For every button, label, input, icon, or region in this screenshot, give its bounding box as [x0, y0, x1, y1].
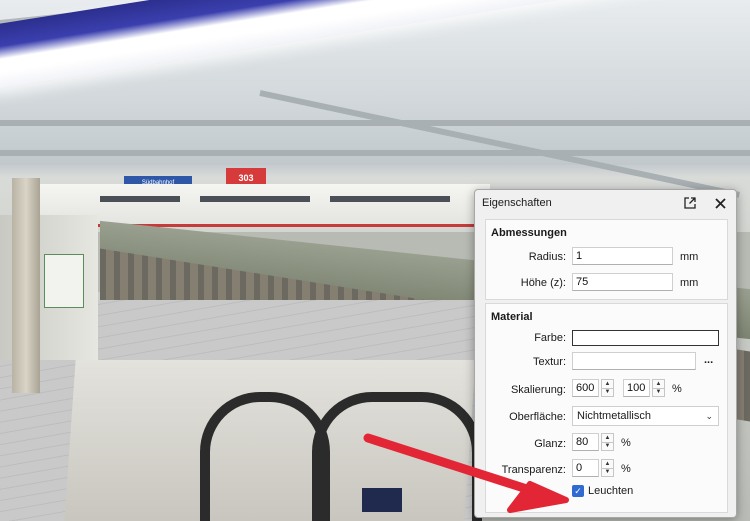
chevron-down-icon: ⌄ — [705, 411, 713, 421]
height-unit: mm — [680, 277, 699, 289]
chevron-down-icon[interactable]: ▼ — [653, 387, 664, 397]
pillar — [12, 178, 40, 393]
train-window — [100, 196, 180, 202]
close-icon[interactable] — [711, 194, 729, 212]
scale-y-input[interactable]: 100 — [623, 379, 650, 397]
surface-dropdown[interactable]: Nichtmetallisch ⌄ — [572, 406, 719, 426]
dimensions-section: Abmessungen Radius: 1 mm Höhe (z): 75 mm — [485, 219, 728, 300]
transparency-stepper[interactable]: ▲ ▼ — [601, 459, 614, 477]
escalator-handrail — [200, 392, 330, 521]
scale-unit: % — [672, 383, 682, 395]
section-title: Abmessungen — [491, 227, 567, 239]
radius-unit: mm — [680, 251, 699, 263]
gloss-unit: % — [621, 437, 631, 449]
timetable-poster — [44, 254, 84, 308]
panel-title: Eigenschaften — [482, 197, 552, 209]
scale-x-stepper[interactable]: ▲ ▼ — [601, 379, 614, 397]
color-label: Farbe: — [534, 332, 566, 344]
texture-input[interactable] — [572, 352, 696, 370]
radius-label: Radius: — [528, 251, 566, 263]
surface-label: Oberfläche: — [509, 411, 566, 423]
roof-beam — [0, 120, 750, 126]
external-link-icon[interactable] — [681, 194, 699, 212]
height-input[interactable]: 75 — [572, 273, 673, 291]
color-picker[interactable] — [572, 330, 719, 346]
height-label: Höhe (z): — [520, 277, 566, 289]
chevron-up-icon[interactable]: ▲ — [602, 380, 613, 388]
chevron-up-icon[interactable]: ▲ — [653, 380, 664, 388]
chevron-up-icon[interactable]: ▲ — [602, 434, 613, 442]
radius-input[interactable]: 1 — [572, 247, 673, 265]
transparency-unit: % — [621, 463, 631, 475]
glow-label: Leuchten — [588, 485, 634, 497]
texture-label: Textur: — [532, 356, 566, 368]
surface-selected: Nichtmetallisch — [577, 410, 651, 422]
section-title: Material — [491, 311, 533, 323]
roof-beam — [0, 150, 750, 156]
texture-browse-button[interactable]: ... — [704, 354, 713, 366]
train — [40, 184, 490, 227]
chevron-up-icon[interactable]: ▲ — [602, 460, 613, 468]
chevron-down-icon[interactable]: ▼ — [602, 387, 613, 397]
red-arrow-annotation — [363, 433, 569, 513]
train-window — [200, 196, 310, 202]
chevron-down-icon[interactable]: ▼ — [602, 441, 613, 451]
scale-label: Skalierung: — [510, 384, 566, 396]
train-window — [330, 196, 450, 202]
scale-y-stepper[interactable]: ▲ ▼ — [652, 379, 665, 397]
chevron-down-icon[interactable]: ▼ — [602, 467, 613, 477]
gloss-stepper[interactable]: ▲ ▼ — [601, 433, 614, 451]
scale-x-input[interactable]: 600 — [572, 379, 599, 397]
